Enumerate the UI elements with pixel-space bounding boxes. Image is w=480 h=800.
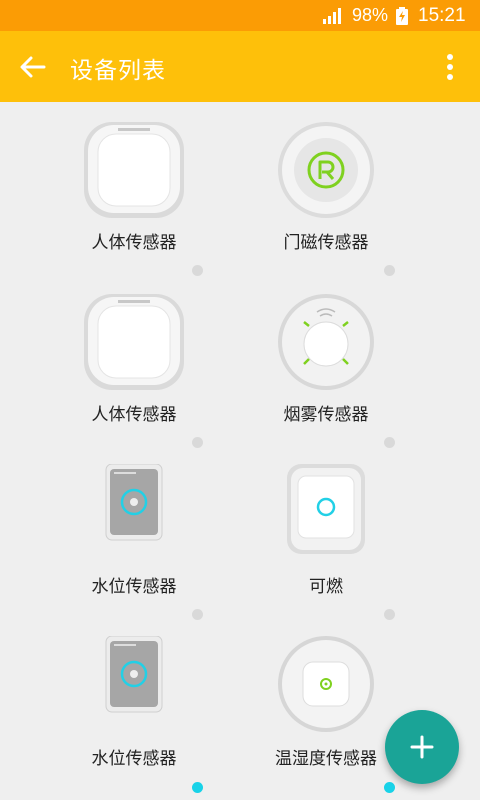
device-item[interactable]: 门磁传感器 — [226, 102, 426, 274]
separator-dot — [384, 437, 395, 448]
separator-dot — [384, 265, 395, 276]
motion-sensor-icon — [84, 294, 184, 390]
door-sensor-icon — [278, 122, 374, 218]
status-bar: 98% 15:21 — [0, 0, 480, 31]
motion-sensor-icon — [84, 122, 184, 218]
separator-dot — [192, 265, 203, 276]
device-label: 门磁传感器 — [283, 233, 369, 253]
battery-percent: 98% — [352, 5, 389, 25]
separator-dot — [384, 782, 395, 793]
water-sensor-icon — [105, 464, 163, 541]
device-item[interactable]: 人体传感器 — [34, 102, 234, 274]
device-item[interactable]: 烟雾传感器 — [226, 274, 426, 446]
add-icon — [410, 735, 434, 759]
smoke-sensor-icon — [278, 294, 374, 390]
battery-charging-icon — [396, 7, 408, 25]
device-label: 人体传感器 — [91, 405, 177, 425]
device-label: 可燃 — [309, 577, 343, 597]
temp-humidity-sensor-icon — [278, 636, 374, 732]
device-label: 水位传感器 — [91, 577, 177, 597]
device-label: 水位传感器 — [91, 749, 177, 769]
device-item[interactable]: 水位传感器 — [34, 618, 234, 790]
device-item[interactable]: 人体传感器 — [34, 274, 234, 446]
more-vert-icon[interactable] — [440, 53, 460, 81]
signal-icon — [323, 8, 341, 24]
device-label: 烟雾传感器 — [283, 405, 369, 425]
app-bar: 设备列表 — [0, 31, 480, 102]
arrow-back-icon[interactable] — [18, 53, 46, 81]
gas-sensor-icon — [287, 464, 365, 554]
add-device-button[interactable] — [385, 710, 459, 784]
separator-dot — [192, 609, 203, 620]
separator-dot — [192, 437, 203, 448]
clock: 15:21 — [418, 5, 466, 26]
water-sensor-icon — [105, 636, 163, 713]
device-label: 人体传感器 — [91, 233, 177, 253]
separator-dot — [384, 609, 395, 620]
separator-dot — [192, 782, 203, 793]
device-item[interactable]: 水位传感器 — [34, 446, 234, 618]
device-item[interactable]: 可燃 — [226, 446, 426, 618]
device-grid: 人体传感器 门磁传感器 人体传感器 烟雾传感器 水位传感器 可燃 水位传感器 温… — [0, 102, 480, 800]
page-title: 设备列表 — [70, 58, 166, 84]
